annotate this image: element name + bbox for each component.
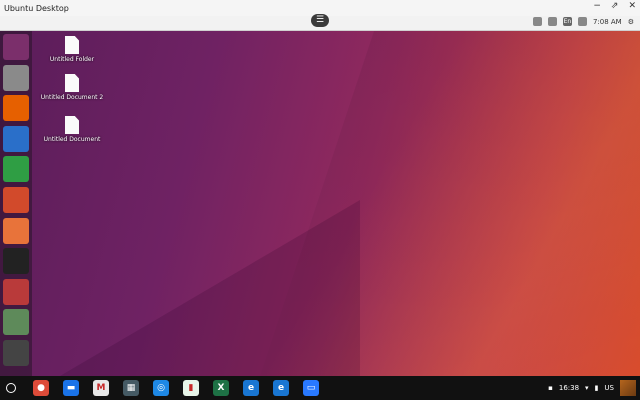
desktop-icon-folder[interactable]: Untitled Folder [37, 36, 107, 63]
file-icon [65, 36, 79, 54]
wifi-icon: ▾ [585, 384, 589, 392]
software-center-icon[interactable] [3, 217, 29, 244]
file-icon [65, 116, 79, 134]
usb-drive-icon[interactable] [3, 340, 29, 366]
ie-icon-1[interactable]: e [243, 380, 259, 396]
keyboard-layout-indicator[interactable]: En [562, 17, 572, 26]
ie-icon-2[interactable]: e [273, 380, 289, 396]
calculator-icon[interactable]: ▦ [123, 380, 139, 396]
files-icon[interactable] [3, 64, 29, 91]
desktop-icon-document[interactable]: Untitled Document [37, 116, 107, 143]
remote-desktop-icon[interactable]: ▭ [303, 380, 319, 396]
window-title: Ubuntu Desktop [4, 3, 69, 13]
sound-icon[interactable] [547, 17, 557, 26]
libreoffice-calc-icon[interactable] [3, 156, 29, 183]
locale-indicator: US [604, 384, 614, 392]
desktop-icon-label: Untitled Folder [49, 56, 95, 63]
panel-clock[interactable]: 7:08 AM [593, 18, 622, 26]
gmail-icon[interactable]: M [93, 380, 109, 396]
firefox-icon[interactable] [3, 95, 29, 122]
chrome-icon[interactable]: ● [33, 380, 49, 396]
desktop-icon-label: Untitled Document [43, 136, 101, 143]
excel-icon[interactable]: X [213, 380, 229, 396]
tray-clock[interactable]: 16:38 [559, 384, 579, 392]
file-icon [65, 74, 79, 92]
ubuntu-dash-icon[interactable] [3, 34, 29, 60]
libreoffice-impress-icon[interactable] [3, 187, 29, 213]
desktop-icon-document-2[interactable]: Untitled Document 2 [37, 74, 107, 101]
top-chrome: Ubuntu Desktop − ⇗ ✕ ☰ En 7:08 AM ⚙ [0, 0, 640, 31]
notification-icon[interactable]: ▪ [548, 384, 553, 392]
user-avatar[interactable] [620, 380, 636, 396]
libreoffice-writer-icon[interactable] [3, 125, 29, 152]
sheets-chart-icon[interactable]: ▮ [183, 380, 199, 396]
amazon-icon[interactable] [3, 248, 29, 275]
menu-handle-button[interactable]: ☰ [311, 14, 329, 27]
battery-icon[interactable] [577, 17, 587, 26]
status-tray[interactable]: ▪ 16:38 ▾ ▮ US [548, 380, 640, 396]
panel-indicators: En 7:08 AM ⚙ [532, 17, 634, 26]
window-controls: − ⇗ ✕ [593, 1, 636, 11]
desktop-icon-label: Untitled Document 2 [40, 94, 104, 101]
network-icon[interactable] [532, 17, 542, 26]
help-icon[interactable] [3, 309, 29, 336]
app-launcher-button[interactable] [6, 383, 16, 393]
battery-icon: ▮ [594, 384, 599, 392]
files-app-icon[interactable]: ▬ [63, 380, 79, 396]
settings-gear-icon[interactable]: ⚙ [628, 18, 634, 26]
restore-button[interactable]: ⇗ [611, 1, 619, 11]
app-circle-icon[interactable]: ◎ [153, 380, 169, 396]
minimize-button[interactable]: − [593, 1, 601, 11]
close-button[interactable]: ✕ [628, 1, 636, 11]
system-settings-icon[interactable] [3, 278, 29, 305]
chromeos-shelf: ● ▬ M ▦ ◎ ▮ Xe e ▭ ▪ 16:38 ▾ ▮ US [0, 376, 640, 400]
